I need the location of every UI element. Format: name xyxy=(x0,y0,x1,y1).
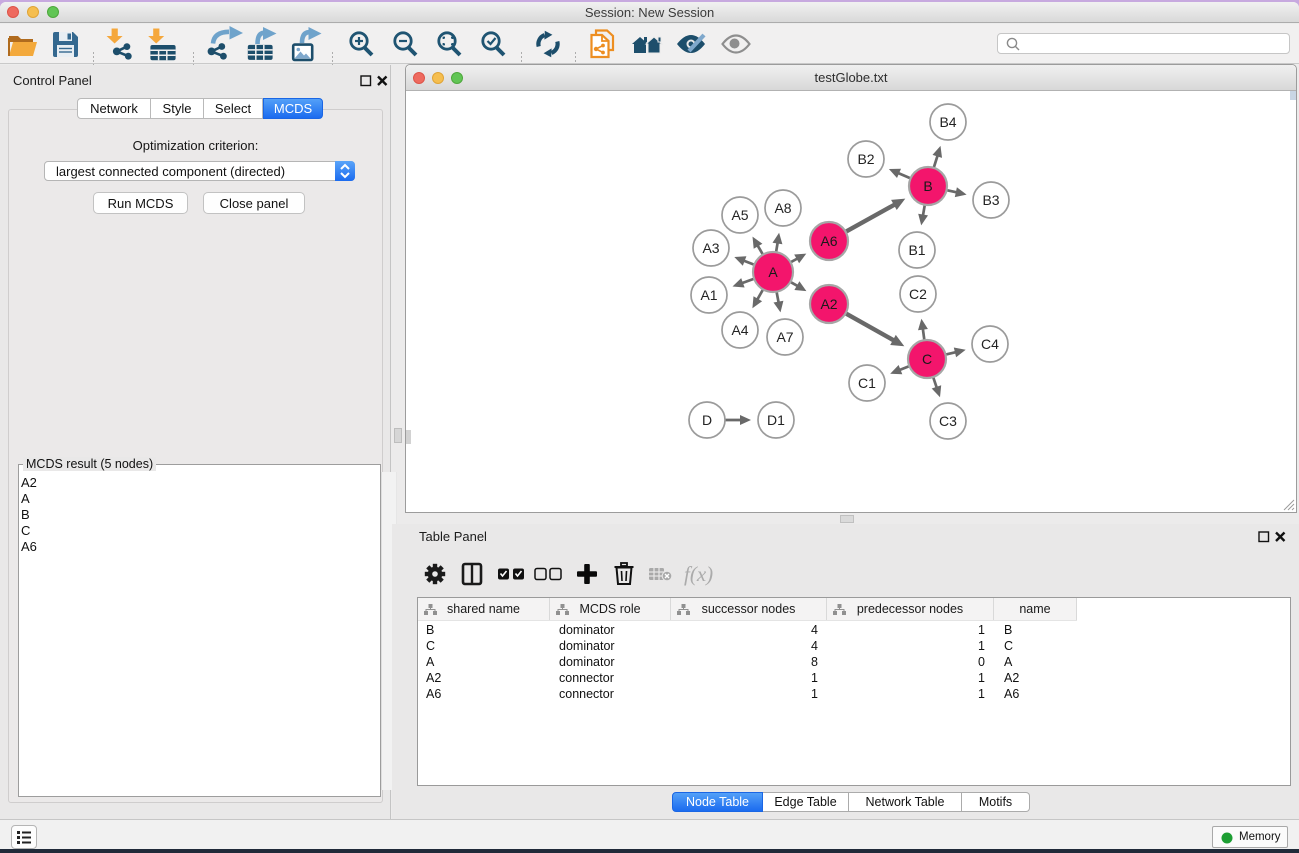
svg-text:B: B xyxy=(923,178,932,194)
svg-text:A7: A7 xyxy=(776,329,793,345)
svg-text:C4: C4 xyxy=(981,336,999,352)
svg-text:B1: B1 xyxy=(908,242,925,258)
svg-text:C1: C1 xyxy=(858,375,876,391)
svg-text:f(x): f(x) xyxy=(684,562,713,586)
svg-text:A2: A2 xyxy=(820,296,837,312)
svg-text:C3: C3 xyxy=(939,413,957,429)
svg-text:B4: B4 xyxy=(939,114,956,130)
svg-text:A1: A1 xyxy=(700,287,717,303)
svg-text:C2: C2 xyxy=(909,286,927,302)
svg-text:C: C xyxy=(922,351,932,367)
svg-text:B3: B3 xyxy=(982,192,999,208)
svg-text:A6: A6 xyxy=(820,233,837,249)
svg-text:A3: A3 xyxy=(702,240,719,256)
svg-text:A: A xyxy=(768,264,778,280)
svg-text:A5: A5 xyxy=(731,207,748,223)
svg-text:B2: B2 xyxy=(857,151,874,167)
svg-text:D: D xyxy=(702,412,712,428)
svg-text:A4: A4 xyxy=(731,322,748,338)
svg-text:D1: D1 xyxy=(767,412,785,428)
svg-text:A8: A8 xyxy=(774,200,791,216)
